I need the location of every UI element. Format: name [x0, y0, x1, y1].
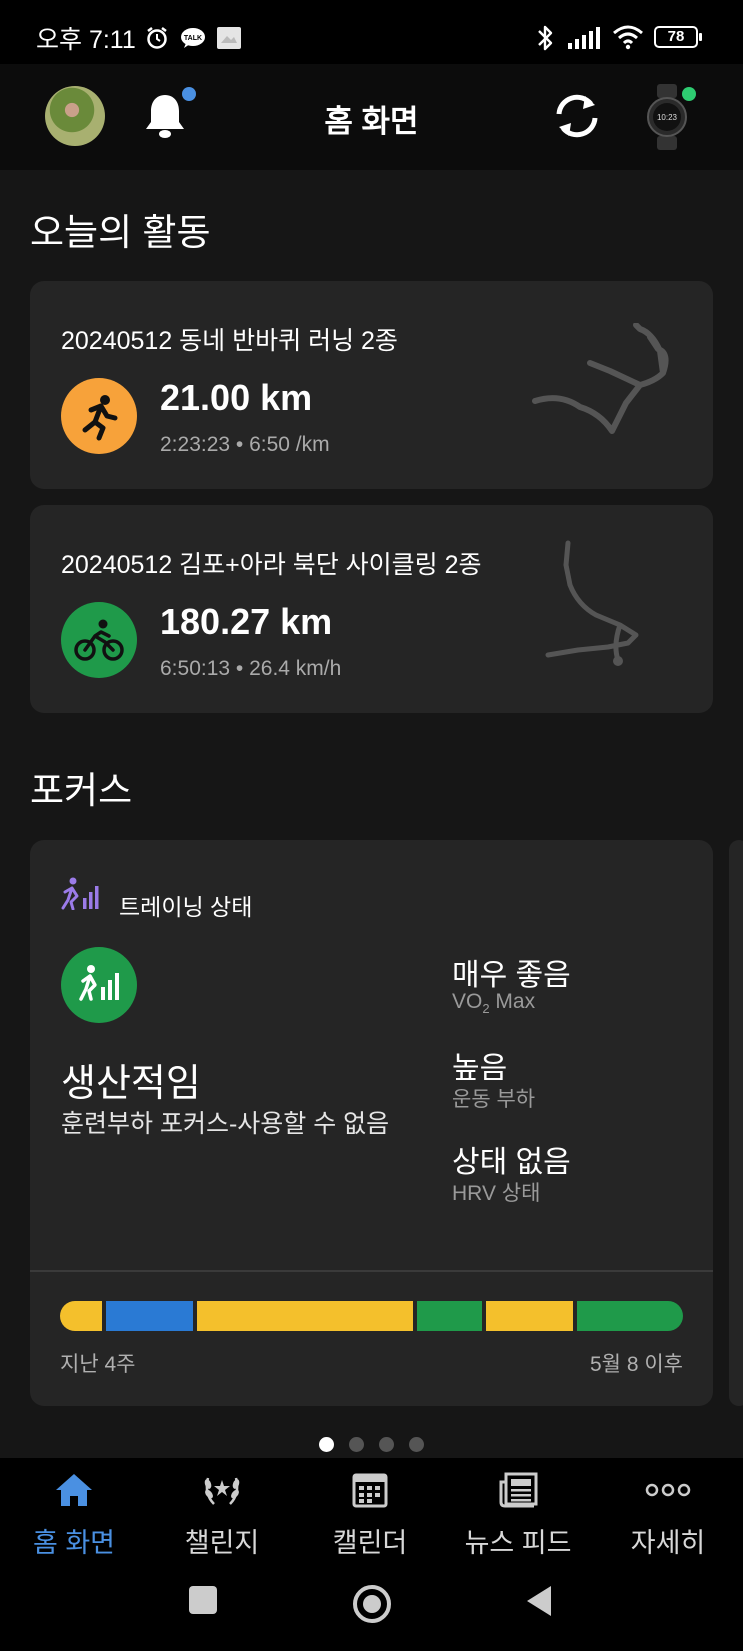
svg-text:10:23: 10:23 [657, 113, 678, 122]
training-status-description: 훈련부하 포커스-사용할 수 없음 [61, 1110, 390, 1138]
bar-segment [60, 1301, 102, 1331]
vo2max-value: 매우 좋음 [452, 959, 571, 992]
running-icon [82, 395, 118, 441]
bar-segment [105, 1301, 193, 1331]
nav-item-calendar[interactable]: 캘린더 [296, 1472, 444, 1560]
gallery-icon [217, 27, 241, 49]
pager-dot-active[interactable] [319, 1437, 334, 1452]
bluetooth-icon [538, 25, 553, 51]
nav-label: 챌린지 [184, 1528, 260, 1558]
bar-end-label: 5월 8 이후 [590, 1353, 683, 1376]
bar-segment [417, 1301, 482, 1331]
more-icon [645, 1483, 691, 1497]
activity-type-badge [61, 378, 137, 454]
training-load-value: 높음 [452, 1052, 508, 1085]
training-load-label: 운동 부하 [452, 1088, 536, 1111]
training-status-icon [61, 877, 99, 910]
talk-icon: TALK [181, 28, 205, 48]
nav-label: 자세히 [630, 1528, 706, 1558]
wifi-icon [613, 25, 643, 50]
status-bar: 오후 7:11 TALK 78 [0, 0, 743, 64]
activity-card-running[interactable]: 20240512 동네 반바퀴 러닝 2종 21.00 km 2:23:23 •… [30, 281, 713, 489]
training-status-card[interactable]: 트레이닝 상태 생산적임 훈련부하 포커스-사용할 수 없음 매우 좋음 VO2… [30, 840, 713, 1406]
device-connected-badge [682, 87, 696, 101]
signal-icon [568, 27, 600, 49]
activity-stats: 6:50:13 • 26.4 km/h [160, 657, 342, 680]
back-button[interactable] [524, 1584, 554, 1618]
vo2max-label: VO2 Max [452, 990, 536, 1017]
hrv-status-value: 상태 없음 [452, 1146, 571, 1179]
home-system-button[interactable] [352, 1584, 392, 1624]
nav-label: 뉴스 피드 [464, 1528, 572, 1558]
bar-segment [196, 1301, 414, 1331]
training-status-badge [61, 947, 137, 1023]
alarm-icon [147, 27, 167, 49]
calendar-icon [352, 1473, 388, 1508]
status-time: 오후 7:11 [36, 26, 136, 54]
sync-icon[interactable] [551, 92, 603, 140]
next-focus-card-peek[interactable] [729, 840, 743, 1406]
laurel-icon [204, 1477, 240, 1505]
training-history-bar [60, 1301, 683, 1331]
cycling-icon [74, 619, 124, 661]
newsfeed-icon [499, 1472, 538, 1508]
route-map-thumbnail [532, 323, 669, 434]
bar-start-label: 지난 4주 [60, 1353, 136, 1376]
battery-indicator: 78 [654, 26, 702, 48]
training-status-value: 생산적임 [61, 1063, 201, 1105]
pager-dot[interactable] [349, 1437, 364, 1452]
today-section-title: 오늘의 활동 [30, 212, 211, 253]
card-divider [30, 1270, 713, 1272]
nav-label: 홈 화면 [32, 1528, 116, 1558]
pager-dot[interactable] [379, 1437, 394, 1452]
bar-segment [485, 1301, 573, 1331]
nav-item-newsfeed[interactable]: 뉴스 피드 [444, 1472, 592, 1560]
activity-title: 20240512 동네 반바퀴 러닝 2종 [61, 327, 398, 355]
activity-title: 20240512 김포+아라 북단 사이클링 2종 [61, 551, 482, 579]
activity-distance: 21.00 km [160, 377, 313, 418]
home-icon [56, 1474, 92, 1506]
activity-type-badge [61, 602, 137, 678]
nav-item-challenges[interactable]: 챌린지 [148, 1472, 296, 1560]
training-status-label: 트레이닝 상태 [119, 894, 253, 920]
page-title: 홈 화면 [324, 104, 419, 139]
activity-card-cycling[interactable]: 20240512 김포+아라 북단 사이클링 2종 180.27 km 6:50… [30, 505, 713, 713]
focus-section-title: 포커스 [30, 770, 133, 811]
nav-item-home[interactable]: 홈 화면 [0, 1472, 148, 1560]
activity-stats: 2:23:23 • 6:50 /km [160, 433, 330, 456]
nav-item-more[interactable]: 자세히 [594, 1472, 742, 1560]
nav-label: 캘린더 [332, 1528, 408, 1558]
hrv-status-label: HRV 상태 [452, 1182, 541, 1205]
route-map-thumbnail [545, 540, 639, 666]
recent-apps-button[interactable] [188, 1585, 218, 1615]
activity-distance: 180.27 km [160, 601, 333, 642]
pager-dot[interactable] [409, 1437, 424, 1452]
svg-text:TALK: TALK [184, 35, 202, 42]
bar-segment [576, 1301, 683, 1331]
training-status-badge-icon [79, 965, 119, 1001]
